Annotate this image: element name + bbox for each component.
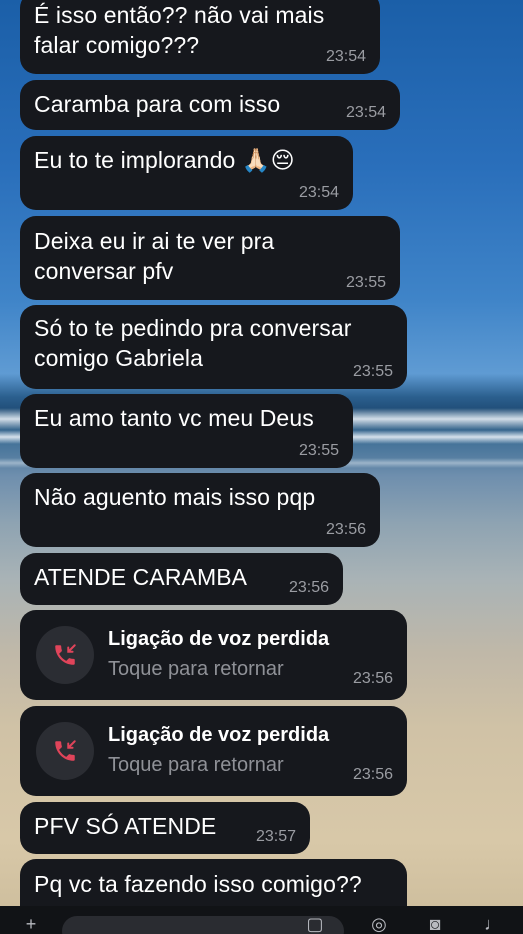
- message-time: 23:56: [288, 579, 329, 596]
- message-time: 23:54: [298, 184, 339, 201]
- missed-call-bubble[interactable]: Ligação de voz perdida Toque para retorn…: [20, 706, 407, 796]
- sticker-icon[interactable]: ◎: [368, 914, 390, 934]
- message-text: Não aguento mais isso pqp: [34, 484, 316, 510]
- message-text: Eu amo tanto vc meu Deus: [34, 405, 314, 431]
- sticker-icon[interactable]: ▢: [304, 914, 326, 934]
- message-text: Pq vc ta fazendo isso comigo??: [34, 871, 362, 897]
- message-time: 23:55: [298, 442, 339, 459]
- message-time: 23:55: [352, 363, 393, 380]
- missed-call-subtitle: Toque para retornar: [108, 658, 284, 680]
- plus-icon[interactable]: +: [20, 914, 42, 934]
- message-time: 23:57: [255, 828, 296, 845]
- message-bubble[interactable]: É isso então?? não vai mais falar comigo…: [20, 0, 380, 74]
- camera-icon[interactable]: ◙: [424, 914, 446, 934]
- message-text: Só to te pedindo pra conversar comigo Ga…: [34, 315, 352, 371]
- chat-screen: É isso então?? não vai mais falar comigo…: [0, 0, 523, 934]
- message-time: 23:56: [352, 670, 393, 687]
- missed-call-bubble[interactable]: Ligação de voz perdida Toque para retorn…: [20, 610, 407, 700]
- message-text: Eu to te implorando 🙏🏻😔: [34, 147, 295, 173]
- message-time: 23:54: [345, 104, 386, 121]
- message-text: É isso então?? não vai mais falar comigo…: [34, 2, 325, 58]
- message-bubble[interactable]: Só to te pedindo pra conversar comigo Ga…: [20, 305, 407, 389]
- message-text: Deixa eu ir ai te ver pra conversar pfv: [34, 228, 275, 284]
- missed-call-title: Ligação de voz perdida: [108, 628, 330, 650]
- message-bubble[interactable]: PFV SÓ ATENDE 23:57: [20, 802, 310, 854]
- message-bubble[interactable]: Eu amo tanto vc meu Deus 23:55: [20, 394, 353, 468]
- message-bubble[interactable]: Eu to te implorando 🙏🏻😔 23:54: [20, 136, 353, 210]
- message-bubble[interactable]: Caramba para com isso 23:54: [20, 80, 400, 130]
- missed-call-icon: [36, 722, 94, 780]
- message-input[interactable]: [62, 916, 344, 934]
- message-text: Caramba para com isso: [34, 91, 281, 117]
- message-time: 23:56: [352, 766, 393, 783]
- message-time: 23:55: [345, 274, 386, 291]
- missed-call-title: Ligação de voz perdida: [108, 724, 330, 746]
- message-bubble[interactable]: ATENDE CARAMBA 23:56: [20, 553, 343, 605]
- missed-call-subtitle: Toque para retornar: [108, 754, 284, 776]
- message-bubble[interactable]: Deixa eu ir ai te ver pra conversar pfv …: [20, 216, 400, 300]
- message-time: 23:56: [325, 521, 366, 538]
- message-text: ATENDE CARAMBA: [34, 564, 248, 590]
- message-bubble[interactable]: Não aguento mais isso pqp 23:56: [20, 473, 380, 547]
- missed-call-icon: [36, 626, 94, 684]
- microphone-icon[interactable]: ♩: [482, 914, 504, 934]
- message-time: 23:54: [325, 48, 366, 65]
